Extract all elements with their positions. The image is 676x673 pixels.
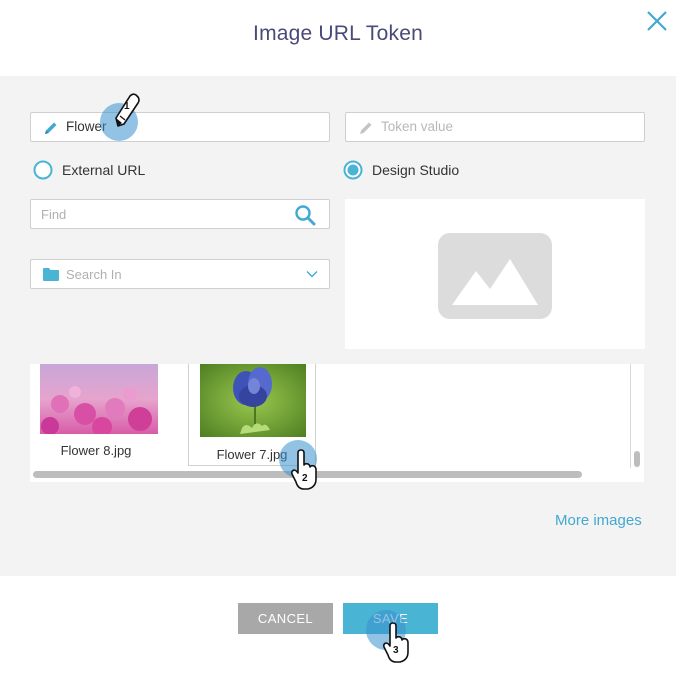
image-placeholder-icon bbox=[438, 233, 552, 319]
search-in-placeholder: Search In bbox=[66, 267, 122, 282]
design-studio-label: Design Studio bbox=[372, 162, 460, 178]
flower-8-thumbnail bbox=[40, 364, 158, 434]
hand-cursor-icon bbox=[382, 622, 409, 663]
chevron-down-icon bbox=[306, 271, 318, 278]
token-name-field[interactable]: Flower bbox=[30, 112, 330, 142]
vertical-scrollbar[interactable] bbox=[634, 451, 640, 467]
token-value-placeholder: Token value bbox=[381, 119, 454, 134]
search-icon[interactable] bbox=[294, 204, 316, 226]
step-marker-label: 1 bbox=[124, 101, 130, 112]
find-placeholder: Find bbox=[41, 207, 67, 222]
close-icon[interactable] bbox=[644, 8, 670, 34]
flower-7-thumbnail bbox=[200, 364, 306, 437]
search-in-dropdown[interactable]: Search In bbox=[30, 259, 330, 289]
step-marker-label: 3 bbox=[393, 645, 399, 656]
dialog-header: Image URL Token bbox=[0, 0, 676, 76]
step-marker-label: 2 bbox=[302, 473, 308, 484]
image-gallery: Flower 8.jpg Flower 7.jpg bbox=[30, 364, 644, 482]
more-images-link[interactable]: More images bbox=[555, 512, 642, 529]
dialog-title: Image URL Token bbox=[253, 22, 423, 45]
find-input[interactable]: Find bbox=[30, 199, 330, 229]
folder-icon bbox=[43, 268, 59, 281]
external-url-radio[interactable] bbox=[33, 160, 53, 180]
gallery-divider bbox=[630, 364, 631, 468]
gallery-item[interactable]: Flower 8.jpg bbox=[34, 364, 158, 466]
gallery-item-label: Flower 8.jpg bbox=[60, 443, 132, 458]
pencil-icon bbox=[45, 122, 57, 134]
pencil-icon bbox=[360, 122, 372, 134]
image-preview bbox=[345, 199, 645, 349]
cancel-button[interactable]: CANCEL bbox=[238, 603, 333, 634]
external-url-label: External URL bbox=[62, 162, 146, 178]
hand-cursor-icon bbox=[290, 449, 317, 490]
design-studio-radio[interactable] bbox=[343, 160, 363, 180]
token-value-field[interactable]: Token value bbox=[345, 112, 645, 142]
